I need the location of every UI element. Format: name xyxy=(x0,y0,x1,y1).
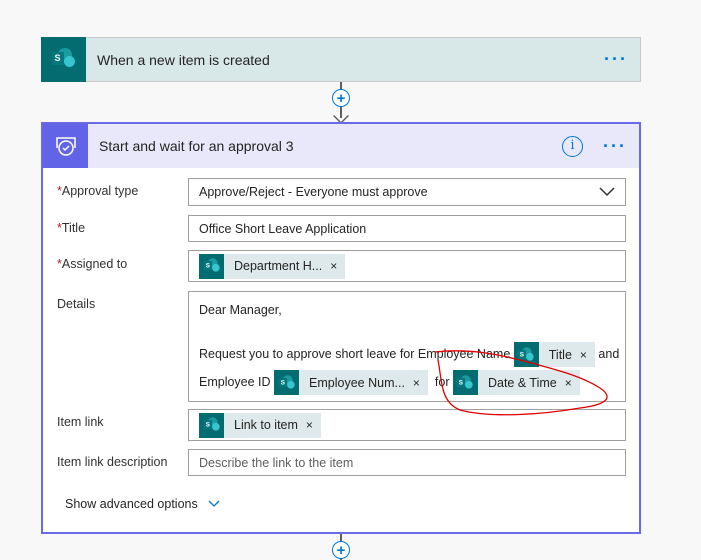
show-advanced-options-button[interactable]: Show advanced options xyxy=(65,497,220,511)
approval-type-label: *Approval type xyxy=(57,184,139,198)
dynamic-token[interactable]: S Employee Num... × xyxy=(274,369,428,397)
approval-header[interactable]: Start and wait for an approval 3 i ··· xyxy=(43,124,639,168)
sharepoint-icon: S xyxy=(199,412,224,438)
approval-title: Start and wait for an approval 3 xyxy=(99,138,294,154)
remove-token-icon[interactable]: × xyxy=(330,259,337,273)
item-link-label: Item link xyxy=(57,415,104,429)
chevron-down-icon xyxy=(208,500,220,507)
title-label: *Title xyxy=(57,221,86,235)
item-link-description-input[interactable]: Describe the link to the item xyxy=(188,449,626,476)
dynamic-token[interactable]: S Link to item × xyxy=(199,412,321,438)
sharepoint-icon: S xyxy=(274,370,300,396)
trigger-card[interactable]: S When a new item is created ··· xyxy=(41,36,641,82)
approval-icon xyxy=(43,124,88,168)
trigger-title: When a new item is created xyxy=(97,51,270,68)
chevron-down-icon xyxy=(599,187,615,197)
assigned-to-label: *Assigned to xyxy=(57,257,128,271)
sharepoint-icon: S xyxy=(41,36,86,82)
remove-token-icon[interactable]: × xyxy=(306,418,313,432)
info-icon[interactable]: i xyxy=(562,135,583,157)
item-link-description-label: Item link description xyxy=(57,455,168,469)
insert-step-button[interactable]: + xyxy=(332,89,350,107)
more-options-icon[interactable]: ··· xyxy=(604,49,628,70)
dynamic-token[interactable]: S Department H... × xyxy=(199,253,346,279)
assigned-to-input[interactable]: S Department H... × xyxy=(188,250,626,282)
insert-step-button[interactable]: + xyxy=(332,541,350,559)
sharepoint-icon: S xyxy=(199,253,224,279)
more-options-icon[interactable]: ··· xyxy=(603,136,627,157)
red-annotation-scribble xyxy=(434,350,608,416)
approval-card: Start and wait for an approval 3 i ··· *… xyxy=(41,122,641,534)
remove-token-icon[interactable]: × xyxy=(413,369,420,397)
approval-type-dropdown[interactable]: Approve/Reject - Everyone must approve xyxy=(188,178,626,206)
details-label: Details xyxy=(57,297,96,311)
title-input[interactable]: Office Short Leave Application xyxy=(188,215,626,242)
